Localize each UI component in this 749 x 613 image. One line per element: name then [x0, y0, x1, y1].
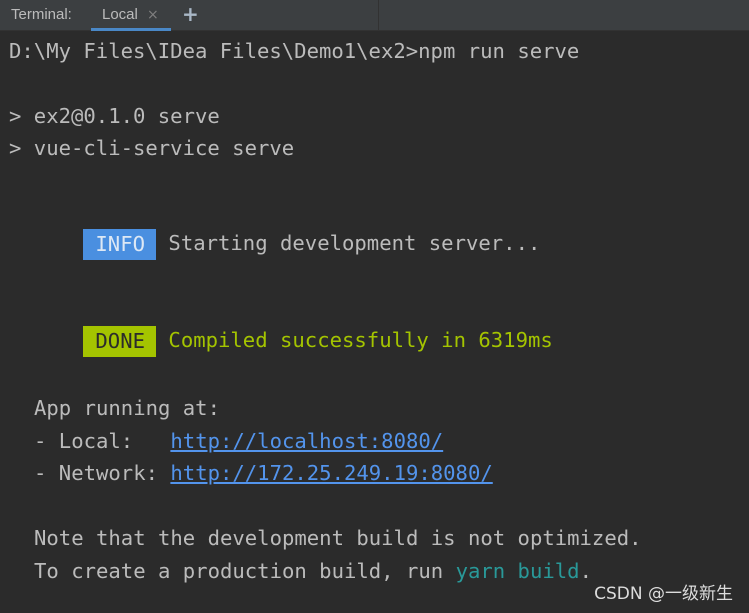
local-url-link[interactable]: http://localhost:8080/ — [170, 429, 443, 453]
info-text: Starting development server... — [156, 231, 541, 255]
plus-icon[interactable]: + — [182, 2, 199, 26]
prod-command: yarn build — [455, 559, 580, 583]
production-build-line: To create a production build, run yarn b… — [34, 558, 592, 584]
network-label: - Network: — [34, 461, 171, 485]
prod-suffix: . — [579, 559, 592, 583]
terminal-tabbar: Terminal: Local × + — [0, 0, 749, 31]
note-line: Note that the development build is not o… — [34, 526, 642, 550]
tabbar-divider — [378, 0, 379, 31]
local-label: - Local: — [34, 429, 171, 453]
done-line: DONE Compiled successfully in 6319ms — [9, 294, 553, 357]
done-badge: DONE — [83, 325, 157, 357]
watermark: CSDN @一级新生 — [594, 584, 733, 604]
npm-script-line: > ex2@0.1.0 serve — [9, 104, 220, 128]
terminal-output[interactable]: D:\My Files\IDea Files\Demo1\ex2>npm run… — [0, 31, 749, 613]
close-icon[interactable]: × — [147, 6, 159, 24]
network-url-line: - Network: http://172.25.249.19:8080/ — [34, 460, 493, 486]
network-url-link[interactable]: http://172.25.249.19:8080/ — [170, 461, 492, 485]
app-running-line: App running at: — [34, 396, 220, 420]
prod-prefix: To create a production build, run — [34, 559, 456, 583]
info-badge: INFO — [83, 228, 157, 260]
terminal-title: Terminal: — [11, 6, 72, 23]
local-url-line: - Local: http://localhost:8080/ — [34, 428, 443, 454]
info-line: INFO Starting development server... — [9, 197, 540, 260]
prompt-line: D:\My Files\IDea Files\Demo1\ex2>npm run… — [9, 39, 580, 63]
tab-local-label: Local — [102, 6, 138, 23]
done-text: Compiled successfully in 6319ms — [156, 328, 553, 352]
tab-local[interactable]: Local × — [91, 0, 171, 31]
terminal-window: Terminal: Local × + D:\My Files\IDea Fil… — [0, 0, 749, 613]
npm-command-line: > vue-cli-service serve — [9, 136, 295, 160]
